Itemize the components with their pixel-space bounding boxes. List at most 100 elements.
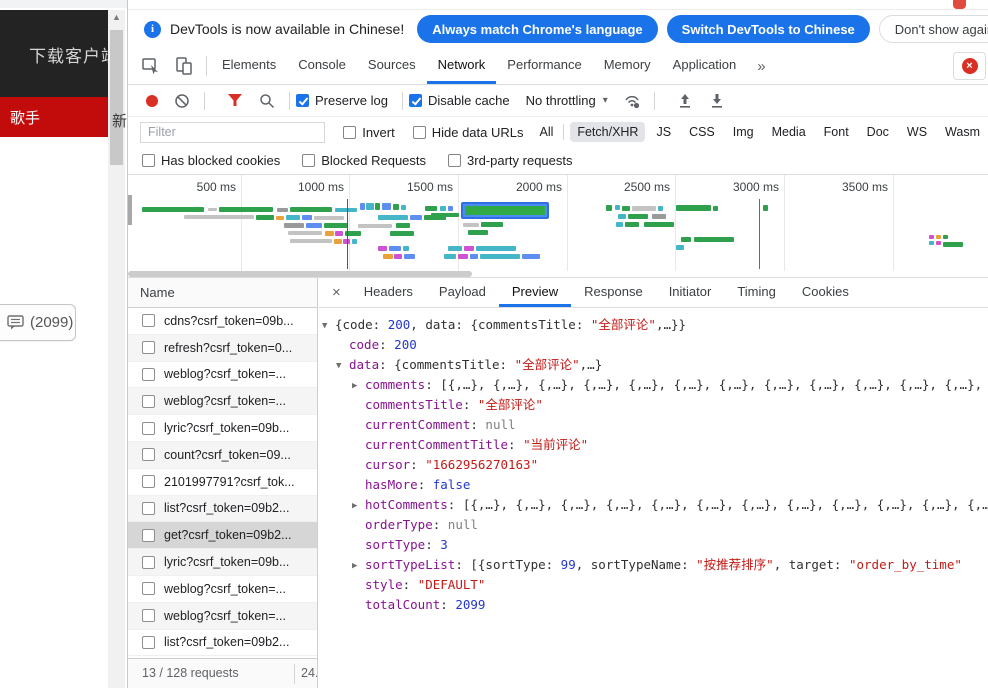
- timeline-vscrollbar[interactable]: [128, 195, 132, 225]
- request-checkbox[interactable]: [142, 421, 155, 435]
- tab-network[interactable]: Network: [426, 48, 497, 84]
- blocked-requests-checkbox[interactable]: [302, 154, 316, 167]
- request-name: lyric?csrf_token=09b...: [164, 555, 290, 570]
- collapse-arrow-icon[interactable]: ▼: [336, 356, 349, 375]
- request-checkbox[interactable]: [142, 635, 155, 649]
- detail-tab-headers[interactable]: Headers: [351, 278, 426, 307]
- device-toolbar-icon[interactable]: [174, 56, 194, 76]
- request-checkbox[interactable]: [142, 555, 155, 569]
- name-column-header[interactable]: Name: [128, 278, 317, 308]
- filter-type-font[interactable]: Font: [817, 122, 856, 142]
- network-toolbar: Preserve log Disable cache No throttling…: [128, 85, 988, 117]
- preserve-log-checkbox[interactable]: [296, 94, 309, 107]
- filter-type-js[interactable]: JS: [649, 122, 678, 142]
- request-row[interactable]: weblog?csrf_token=...: [128, 388, 317, 416]
- detail-tab-preview[interactable]: Preview: [498, 278, 572, 307]
- detail-tab-response[interactable]: Response: [571, 278, 656, 307]
- record-button[interactable]: [146, 94, 158, 107]
- json-number: 99: [560, 557, 576, 572]
- request-checkbox[interactable]: [142, 609, 155, 623]
- network-conditions-icon[interactable]: [624, 93, 640, 109]
- expand-arrow-icon[interactable]: ▶: [352, 556, 365, 575]
- tab-performance[interactable]: Performance: [496, 48, 592, 84]
- invert-checkbox[interactable]: [343, 125, 357, 139]
- request-checkbox[interactable]: [142, 314, 155, 328]
- request-row[interactable]: list?csrf_token=09b2...: [128, 630, 317, 657]
- expand-arrow-icon[interactable]: ▶: [352, 496, 365, 515]
- filter-type-img[interactable]: Img: [726, 122, 761, 142]
- request-row[interactable]: lyric?csrf_token=09b...: [128, 549, 317, 576]
- waterfall-bar: [936, 241, 941, 245]
- request-checkbox[interactable]: [142, 341, 155, 355]
- has-blocked-cookies-checkbox[interactable]: [142, 154, 155, 167]
- detail-tab-payload[interactable]: Payload: [426, 278, 499, 307]
- tab-console[interactable]: Console: [287, 48, 357, 84]
- filter-type-css[interactable]: CSS: [682, 122, 722, 142]
- detail-tab-initiator[interactable]: Initiator: [656, 278, 725, 307]
- filter-type-ws[interactable]: WS: [900, 122, 934, 142]
- switch-chinese-button[interactable]: Switch DevTools to Chinese: [666, 15, 870, 43]
- toolbar-divider: [289, 91, 290, 110]
- disable-cache-checkbox[interactable]: [408, 94, 422, 107]
- nav-item-singer[interactable]: 歌手: [10, 107, 40, 128]
- request-row[interactable]: count?csrf_token=09...: [128, 441, 317, 469]
- waterfall-bar: [256, 215, 274, 220]
- timeline-gridline: [784, 175, 785, 271]
- filter-types: Fetch/XHR JS CSS Img Media Font Doc WS Wasm: [568, 122, 988, 142]
- request-row[interactable]: weblog?csrf_token=...: [128, 576, 317, 603]
- request-checkbox[interactable]: [142, 528, 155, 542]
- page-scrollbar-thumb[interactable]: [110, 30, 123, 165]
- tab-sources[interactable]: Sources: [357, 48, 427, 84]
- request-row[interactable]: get?csrf_token=09b2...: [128, 522, 317, 550]
- tab-application[interactable]: Application: [662, 48, 748, 84]
- inspect-element-icon[interactable]: [141, 56, 161, 76]
- comment-count-button[interactable]: (2099): [0, 304, 76, 341]
- 3rd-party-requests-checkbox[interactable]: [448, 154, 462, 167]
- json-line: commentsTitle: "全部评论": [319, 395, 988, 415]
- dismiss-banner-button[interactable]: Don't show again: [878, 15, 988, 43]
- tab-elements[interactable]: Elements: [211, 48, 287, 84]
- request-row[interactable]: lyric?csrf_token=09b...: [128, 415, 317, 442]
- filter-type-fetchxhr[interactable]: Fetch/XHR: [570, 122, 646, 142]
- request-row[interactable]: refresh?csrf_token=0...: [128, 334, 317, 362]
- filter-type-wasm[interactable]: Wasm: [938, 122, 987, 142]
- filter-icon[interactable]: [227, 93, 243, 109]
- clear-icon[interactable]: [174, 93, 190, 109]
- request-checkbox[interactable]: [142, 448, 155, 462]
- json-line: code: 200: [319, 335, 988, 355]
- network-overview-timeline[interactable]: 500 ms 1000 ms 1500 ms 2000 ms 2500 ms 3000 m…: [128, 175, 988, 278]
- filter-type-media[interactable]: Media: [765, 122, 813, 142]
- filter-type-all[interactable]: All: [540, 125, 554, 139]
- timeline-hscrollbar[interactable]: [128, 271, 472, 277]
- scroll-up-arrow-icon[interactable]: ▲: [108, 12, 125, 22]
- error-count-button[interactable]: ×: [953, 52, 986, 80]
- request-row[interactable]: weblog?csrf_token=...: [128, 362, 317, 389]
- import-har-icon[interactable]: [677, 93, 693, 109]
- request-row[interactable]: weblog?csrf_token=...: [128, 602, 317, 630]
- tab-memory[interactable]: Memory: [593, 48, 662, 84]
- filter-input[interactable]: [140, 121, 326, 143]
- request-row[interactable]: list?csrf_token=09b2...: [128, 495, 317, 523]
- request-checkbox[interactable]: [142, 582, 155, 596]
- collapse-arrow-icon[interactable]: ▼: [322, 316, 335, 335]
- json-key: cursor: [365, 457, 411, 472]
- detail-tab-cookies[interactable]: Cookies: [789, 278, 862, 307]
- waterfall-bar: [334, 239, 342, 244]
- detail-tab-timing[interactable]: Timing: [724, 278, 789, 307]
- close-icon[interactable]: ×: [319, 278, 351, 307]
- hide-data-urls-checkbox[interactable]: [412, 125, 426, 139]
- throttling-select[interactable]: No throttling: [526, 93, 596, 108]
- match-language-button[interactable]: Always match Chrome's language: [417, 15, 658, 43]
- expand-arrow-icon[interactable]: ▶: [352, 376, 365, 395]
- export-har-icon[interactable]: [709, 93, 725, 109]
- toolbar-divider: [653, 91, 655, 110]
- request-checkbox[interactable]: [142, 475, 155, 489]
- request-checkbox[interactable]: [142, 501, 155, 515]
- filter-type-doc[interactable]: Doc: [860, 122, 896, 142]
- request-checkbox[interactable]: [142, 394, 155, 408]
- more-tabs-icon[interactable]: »: [747, 48, 775, 84]
- search-icon[interactable]: [259, 93, 275, 109]
- request-row[interactable]: 2101997791?csrf_tok...: [128, 469, 317, 496]
- request-checkbox[interactable]: [142, 367, 155, 381]
- request-row[interactable]: cdns?csrf_token=09b...: [128, 308, 317, 335]
